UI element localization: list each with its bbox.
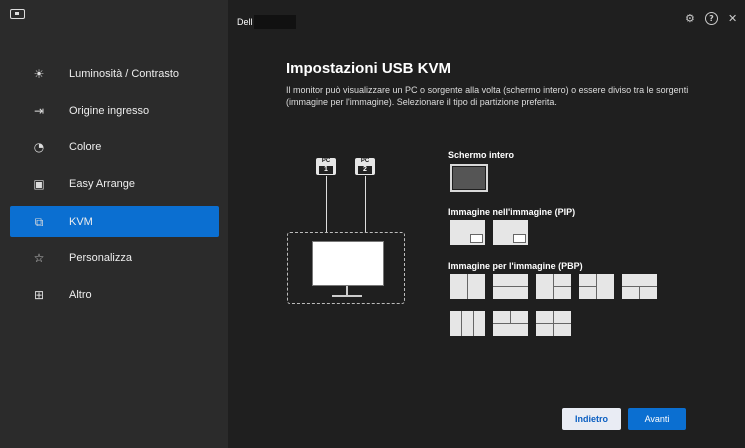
page-title: Impostazioni USB KVM xyxy=(286,60,452,77)
pc1-number: 1 xyxy=(319,166,333,174)
option-pbp-2-vertical[interactable] xyxy=(450,274,485,299)
sidebar-item-label: Colore xyxy=(69,140,102,153)
close-icon[interactable]: ✕ xyxy=(728,12,737,26)
option-pbp-3-top-main[interactable] xyxy=(622,274,657,299)
kvm-icon: ⧉ xyxy=(34,214,44,229)
section-pip-label: Immagine nell'immagine (PIP) xyxy=(448,207,576,217)
back-button[interactable]: Indietro xyxy=(562,408,621,430)
help-icon[interactable]: ? xyxy=(705,12,718,25)
sidebar: ☀ Luminosità / Contrasto ⇥ Origine ingre… xyxy=(0,0,228,448)
monitor-app-icon xyxy=(10,9,25,19)
sidebar-item-label: Luminosità / Contrasto xyxy=(69,67,180,80)
option-pbp-3-right-main[interactable] xyxy=(579,274,614,299)
sidebar-item-label: Altro xyxy=(69,288,92,301)
page-description: Il monitor può visualizzare un PC o sorg… xyxy=(286,85,689,107)
main-panel: Dell ⚙ ? ✕ Impostazioni USB KVM Il monit… xyxy=(228,0,745,448)
pc1-label: PC xyxy=(321,158,331,164)
section-fullscreen-label: Schermo intero xyxy=(448,150,515,160)
easy-arrange-icon: ▣ xyxy=(33,176,45,191)
sidebar-item-easy-arrange[interactable]: ▣ Easy Arrange xyxy=(10,168,219,199)
next-button[interactable]: Avanti xyxy=(628,408,686,430)
sidebar-item-label: Personalizza xyxy=(69,251,132,264)
option-pbp-3-columns[interactable] xyxy=(450,311,485,336)
option-pip-top-right[interactable] xyxy=(493,220,528,245)
sidebar-item-kvm[interactable]: ⧉ KVM xyxy=(10,206,219,237)
option-pbp-3-bottom-main[interactable] xyxy=(493,311,528,336)
sidebar-item-other[interactable]: ⊞ Altro xyxy=(10,279,219,310)
monitor-base xyxy=(332,295,362,297)
monitor-model-mask xyxy=(254,15,296,29)
settings-icon[interactable]: ⚙ xyxy=(685,12,695,26)
pc2-label: PC xyxy=(360,158,370,164)
sidebar-item-label: Origine ingresso xyxy=(69,104,150,117)
monitor-screen xyxy=(312,241,384,286)
sidebar-item-color[interactable]: ◔ Colore xyxy=(10,131,219,162)
sidebar-item-label: Easy Arrange xyxy=(69,177,136,190)
color-icon: ◔ xyxy=(33,139,45,154)
option-pip-bottom-right[interactable] xyxy=(450,220,485,245)
input-source-icon: ⇥ xyxy=(33,103,45,118)
cable-pc1 xyxy=(326,176,327,232)
pc1-badge: PC 1 xyxy=(316,158,336,175)
monitor-stand xyxy=(346,286,348,295)
sidebar-item-label: KVM xyxy=(69,215,93,228)
option-pbp-4-grid[interactable] xyxy=(536,311,571,336)
section-pbp-label: Immagine per l'immagine (PBP) xyxy=(448,261,583,271)
brightness-icon: ☀ xyxy=(33,66,45,81)
cable-pc2 xyxy=(365,176,366,232)
sidebar-item-personalize[interactable]: ☆ Personalizza xyxy=(10,242,219,273)
monitor-name: Dell xyxy=(237,17,253,27)
pc2-number: 2 xyxy=(358,166,372,174)
star-icon: ☆ xyxy=(33,250,45,265)
option-pbp-3-left-main[interactable] xyxy=(536,274,571,299)
option-fullscreen[interactable] xyxy=(450,164,488,192)
sidebar-item-input-source[interactable]: ⇥ Origine ingresso xyxy=(10,95,219,126)
option-pbp-2-horizontal[interactable] xyxy=(493,274,528,299)
pc2-badge: PC 2 xyxy=(355,158,375,175)
sidebar-item-brightness-contrast[interactable]: ☀ Luminosità / Contrasto xyxy=(10,58,219,89)
other-icon: ⊞ xyxy=(33,287,45,302)
